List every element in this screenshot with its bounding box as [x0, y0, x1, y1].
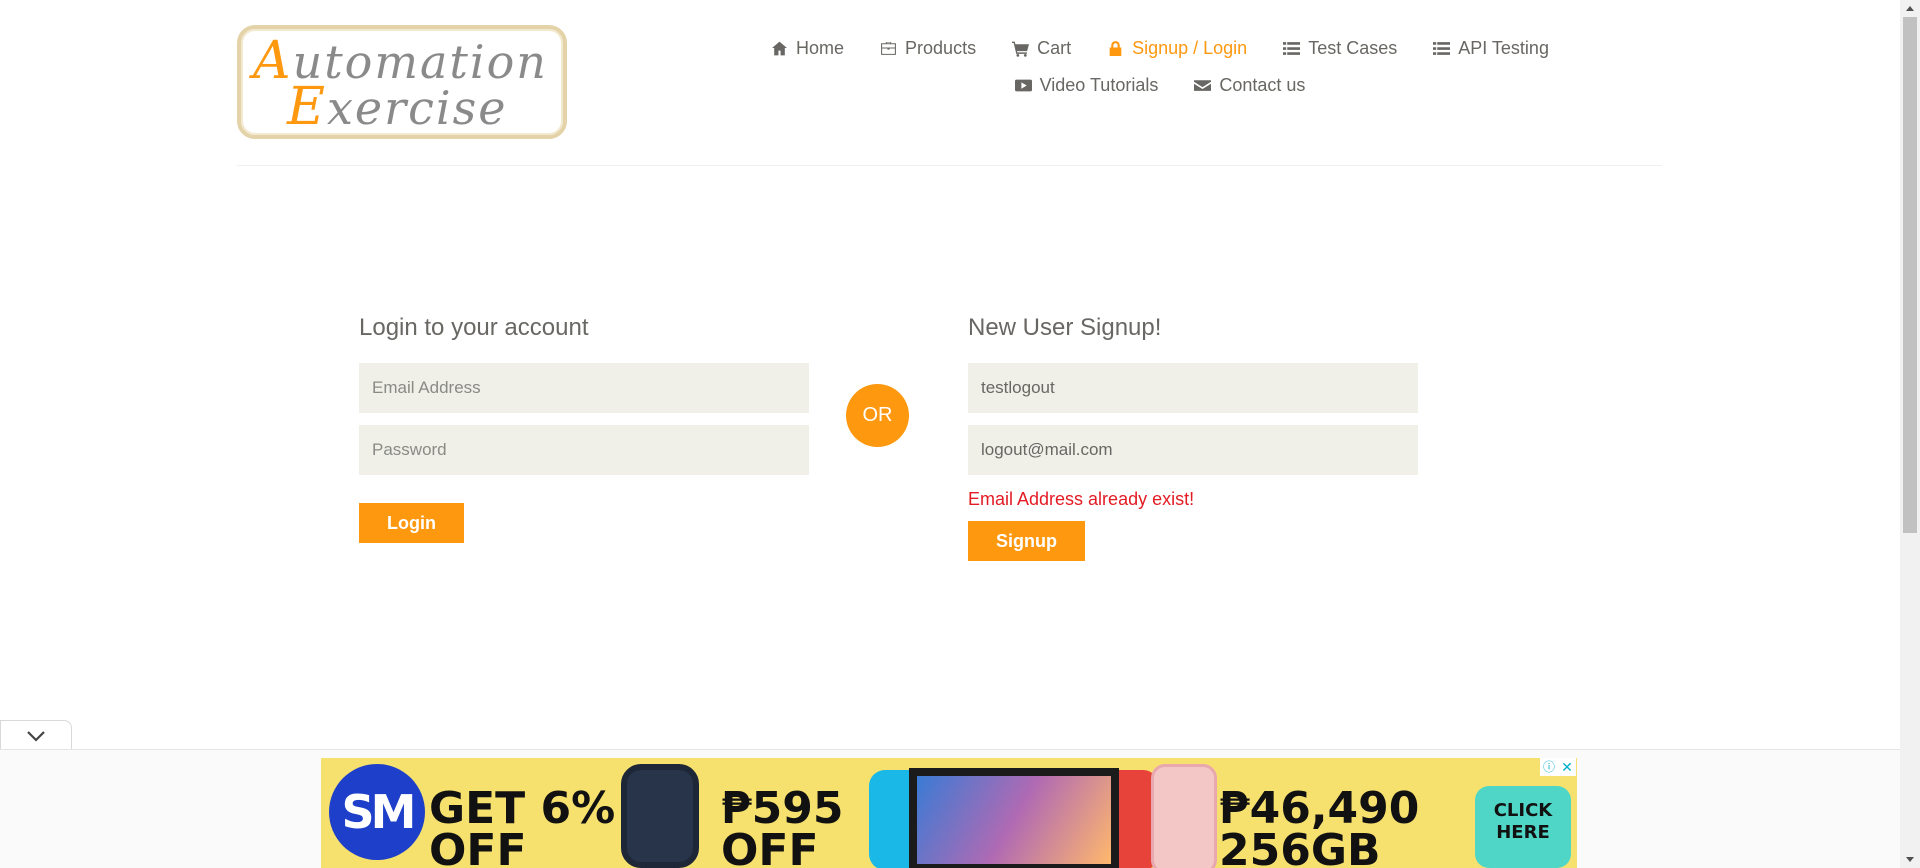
nav-row-1: Home Products Cart Signup / Login Test C… — [700, 30, 1620, 67]
nav-products[interactable]: Products — [862, 38, 994, 59]
main-nav: Home Products Cart Signup / Login Test C… — [700, 30, 1620, 104]
nav-row-2: Video Tutorials Contact us — [700, 67, 1620, 104]
signup-error-message: Email Address already exist! — [968, 489, 1195, 509]
or-badge: OR — [846, 384, 909, 447]
nav-contact-us[interactable]: Contact us — [1176, 75, 1323, 96]
envelope-icon — [1194, 80, 1212, 91]
signup-title: New User Signup! — [968, 314, 1162, 341]
scroll-down-arrow-icon[interactable] — [1900, 851, 1920, 868]
cart-icon — [1012, 41, 1030, 57]
signup-email-field[interactable]: logout@mail.com — [968, 425, 1418, 475]
logo-line-2: Exercise — [287, 77, 507, 137]
ad-info-icon[interactable]: ⓘ — [1540, 758, 1558, 776]
page-scrollbar[interactable] — [1900, 0, 1920, 868]
lock-icon — [1109, 41, 1122, 56]
briefcase-icon — [881, 42, 896, 55]
switch-screen — [909, 768, 1119, 868]
nav-api-testing[interactable]: API Testing — [1415, 38, 1567, 59]
nav-cart[interactable]: Cart — [994, 38, 1089, 59]
nav-products-label: Products — [905, 38, 977, 58]
ad-cta-button[interactable]: CLICK HERE — [1475, 786, 1571, 868]
phone-image — [1151, 764, 1217, 868]
nav-api-testing-label: API Testing — [1458, 38, 1549, 58]
watch-image — [621, 764, 699, 868]
signup-form: New User Signup! testlogout logout@mail.… — [968, 314, 1418, 561]
login-button[interactable]: Login — [359, 503, 464, 543]
signup-button[interactable]: Signup — [968, 521, 1085, 561]
ad-offer-3: ₱46,490 256GB — [1219, 783, 1420, 868]
nav-test-cases-label: Test Cases — [1308, 38, 1398, 58]
login-password-field[interactable]: Password — [359, 425, 809, 475]
list-icon — [1283, 42, 1301, 55]
header-divider — [237, 165, 1662, 166]
ad-offer-1: GET 6% OFF — [429, 783, 616, 868]
nav-contact-us-label: Contact us — [1219, 75, 1306, 95]
nav-home[interactable]: Home — [753, 38, 862, 59]
logo-rest-2: xercise — [326, 81, 508, 135]
switch-screen-art — [917, 776, 1111, 864]
nav-signup-login-label: Signup / Login — [1132, 38, 1248, 58]
ad-banner[interactable]: SM GET 6% OFF ₱595 OFF ₱46,490 256GB CLI… — [321, 758, 1577, 868]
login-form: Login to your account Email Address Pass… — [359, 314, 809, 543]
chevron-down-icon — [27, 730, 45, 742]
nav-home-label: Home — [796, 38, 845, 58]
nav-test-cases[interactable]: Test Cases — [1265, 38, 1415, 59]
ad-brand-logo: SM — [329, 764, 425, 860]
home-icon — [772, 41, 787, 56]
signup-name-field[interactable]: testlogout — [968, 363, 1418, 413]
ad-collapse-toggle[interactable] — [0, 720, 72, 750]
nav-cart-label: Cart — [1037, 38, 1072, 58]
nav-signup-login[interactable]: Signup / Login — [1089, 38, 1265, 59]
site-header: Automation Exercise Home Products Cart S… — [0, 0, 1900, 166]
scroll-up-arrow-icon[interactable] — [1900, 0, 1920, 17]
nav-video-tutorials-label: Video Tutorials — [1039, 75, 1159, 95]
list-icon — [1433, 42, 1451, 55]
switch-console-image — [869, 762, 1159, 868]
site-logo[interactable]: Automation Exercise — [237, 25, 567, 139]
youtube-play-icon — [1014, 79, 1032, 92]
ad-close-icon[interactable]: ✕ — [1558, 758, 1576, 776]
login-title: Login to your account — [359, 314, 589, 341]
logo-cap-e: E — [287, 77, 327, 137]
ad-offer-2: ₱595 OFF — [721, 783, 844, 868]
nav-video-tutorials[interactable]: Video Tutorials — [997, 75, 1177, 96]
login-email-field[interactable]: Email Address — [359, 363, 809, 413]
scrollbar-thumb[interactable] — [1903, 17, 1917, 533]
joycon-left — [869, 770, 909, 868]
